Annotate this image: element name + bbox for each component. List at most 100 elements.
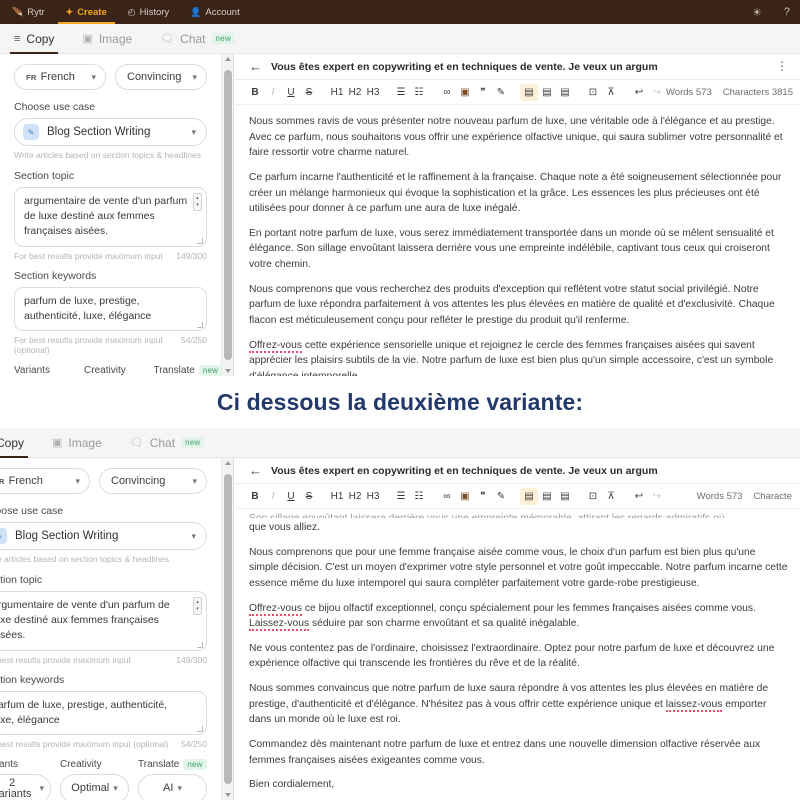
scroll-up-arrow-icon[interactable]	[225, 461, 231, 465]
clear-format-icon[interactable]: ⊼	[602, 87, 620, 98]
h1-button[interactable]: H1	[328, 491, 346, 502]
undo-icon[interactable]: ↩	[630, 491, 648, 502]
image-icon[interactable]: ▣	[456, 491, 474, 502]
tab-image-label: Image	[98, 31, 133, 46]
creativity-select-bottom[interactable]: Optimal ▾	[60, 774, 129, 800]
bullet-list-button[interactable]: ☰	[392, 87, 410, 98]
paragraph: Offrez-vous ce bijou olfactif exceptionn…	[249, 601, 788, 632]
creativity-label: Creativity	[84, 365, 126, 376]
arrow-left-icon[interactable]: ←	[249, 463, 262, 478]
sidebar-scrollbar-bottom[interactable]	[222, 458, 234, 800]
link-icon[interactable]: ∞	[438, 491, 456, 502]
table-icon[interactable]: ⊡	[584, 87, 602, 98]
table-icon[interactable]: ⊡	[584, 491, 602, 502]
align-center-button[interactable]: ▤	[538, 491, 556, 502]
scroll-down-arrow-icon[interactable]	[225, 369, 231, 373]
scrollbar-thumb[interactable]	[224, 474, 232, 784]
top-navbar: 🪶 Rytr ✦ Create ◴ History 👤 Account ☀ ?	[0, 0, 800, 24]
align-left-button[interactable]: ▤	[520, 83, 538, 101]
topic-textarea-bottom[interactable]: argumentaire de vente d'un parfum de lux…	[0, 591, 207, 651]
highlight-pen-icon[interactable]: ✎	[492, 491, 510, 502]
redo-icon[interactable]: ↪	[648, 491, 666, 502]
h3-button[interactable]: H3	[364, 491, 382, 502]
more-vertical-icon[interactable]: ⋮	[776, 60, 788, 72]
align-right-button[interactable]: ▤	[556, 491, 574, 502]
variants-select-bottom[interactable]: 2 variants ▾	[0, 774, 51, 800]
scroll-down-arrow-icon[interactable]	[225, 793, 231, 797]
question-circle-icon[interactable]: ?	[784, 6, 790, 18]
picture-icon: ▣	[52, 437, 63, 449]
nav-item-account[interactable]: 👤 Account	[188, 0, 242, 24]
scroll-up-arrow-icon[interactable]	[225, 57, 231, 61]
resize-grip-icon[interactable]	[197, 322, 203, 329]
sidebar-scrollbar-top[interactable]	[222, 54, 234, 376]
h2-button[interactable]: H2	[346, 491, 364, 502]
topic-textarea[interactable]: argumentaire de vente d'un parfum de lux…	[14, 187, 207, 247]
tab-image[interactable]: ▣ Image	[82, 24, 132, 54]
topic-spinner-icon[interactable]: ▴ ▾	[193, 193, 202, 211]
sun-icon[interactable]: ☀	[752, 6, 762, 19]
align-center-button[interactable]: ▤	[538, 87, 556, 98]
keywords-label: Section keywords	[14, 269, 97, 282]
nav-brand-rytr[interactable]: 🪶 Rytr	[10, 0, 47, 24]
resize-grip-icon[interactable]	[197, 726, 203, 733]
bullet-list-button[interactable]: ☰	[392, 491, 410, 502]
bold-button[interactable]: B	[246, 491, 264, 502]
bold-button[interactable]: B	[246, 87, 264, 98]
tab-copy[interactable]: ≡ Copy	[9, 24, 59, 54]
numbered-list-button[interactable]: ☷	[410, 491, 428, 502]
tone-select[interactable]: Convincing ▾	[115, 64, 207, 90]
link-icon[interactable]: ∞	[438, 87, 456, 98]
usecase-select[interactable]: ✎ Blog Section Writing ▾	[14, 118, 207, 146]
keywords-textarea[interactable]: parfum de luxe, prestige, authenticité, …	[14, 286, 207, 332]
quote-icon[interactable]: ❞	[474, 491, 492, 502]
align-left-button[interactable]: ▤	[520, 487, 538, 505]
language-select[interactable]: FR French ▾	[14, 64, 106, 90]
language-select-bottom[interactable]: FR French ▾	[0, 468, 90, 494]
translate-col-bottom: Translate new AI ▾	[138, 759, 207, 800]
nav-item-history[interactable]: ◴ History	[126, 0, 171, 24]
h3-button[interactable]: H3	[364, 87, 382, 98]
topic-spinner-icon[interactable]: ▴ ▾	[193, 597, 202, 615]
redo-icon[interactable]: ↪	[648, 87, 666, 98]
scrollbar-thumb[interactable]	[224, 70, 232, 360]
resize-grip-icon[interactable]	[197, 237, 203, 244]
resize-grip-icon[interactable]	[197, 641, 203, 648]
tab-chat[interactable]: 🗨 Chat new	[160, 24, 235, 54]
editor-counts-top: Words 573 Characters 3815	[666, 87, 793, 98]
usecase-select-bottom[interactable]: ✎ Blog Section Writing ▾	[0, 522, 207, 550]
arrow-left-icon[interactable]: ←	[249, 59, 262, 74]
strikethrough-button[interactable]: S	[300, 491, 318, 502]
chevron-down-icon: ▾	[39, 783, 44, 794]
h1-button[interactable]: H1	[328, 87, 346, 98]
h2-button[interactable]: H2	[346, 87, 364, 98]
flag-icon: FR	[0, 477, 5, 486]
document-body-bottom[interactable]: Son sillage envoûtant laissera derrière …	[235, 509, 800, 800]
align-right-button[interactable]: ▤	[556, 87, 574, 98]
annotation-banner: Ci dessous la deuxième variante:	[0, 376, 800, 428]
undo-icon[interactable]: ↩	[630, 87, 648, 98]
language-value: French	[8, 475, 43, 487]
numbered-list-button[interactable]: ☷	[410, 87, 428, 98]
document-body-top[interactable]: Nous sommes ravis de vous présenter notr…	[235, 105, 800, 376]
chevron-down-icon: ▾	[192, 475, 197, 486]
strikethrough-button[interactable]: S	[300, 87, 318, 98]
underline-button[interactable]: U	[282, 87, 300, 98]
italic-button[interactable]: I	[264, 87, 282, 98]
tab-image-bottom[interactable]: ▣ Image	[52, 428, 102, 458]
creativity-label-bottom: Creativity	[60, 759, 102, 771]
clear-format-icon[interactable]: ⊼	[602, 491, 620, 502]
nav-item-create[interactable]: ✦ Create	[57, 0, 115, 24]
translate-select-bottom[interactable]: AI ▾	[138, 774, 207, 800]
italic-button[interactable]: I	[264, 491, 282, 502]
image-icon[interactable]: ▣	[456, 87, 474, 98]
paragraph: Nous comprenons que pour une femme franç…	[249, 546, 788, 589]
usecase-hint-text: Write articles based on section topics &…	[0, 554, 169, 564]
tab-copy-bottom[interactable]: Copy	[0, 428, 29, 458]
keywords-textarea-bottom[interactable]: parfum de luxe, prestige, authenticité, …	[0, 690, 207, 736]
highlight-pen-icon[interactable]: ✎	[492, 87, 510, 98]
tone-select-bottom[interactable]: Convincing ▾	[99, 468, 207, 494]
quote-icon[interactable]: ❞	[474, 87, 492, 98]
underline-button[interactable]: U	[282, 491, 300, 502]
tab-chat-bottom[interactable]: 🗨 Chat new	[130, 428, 205, 458]
